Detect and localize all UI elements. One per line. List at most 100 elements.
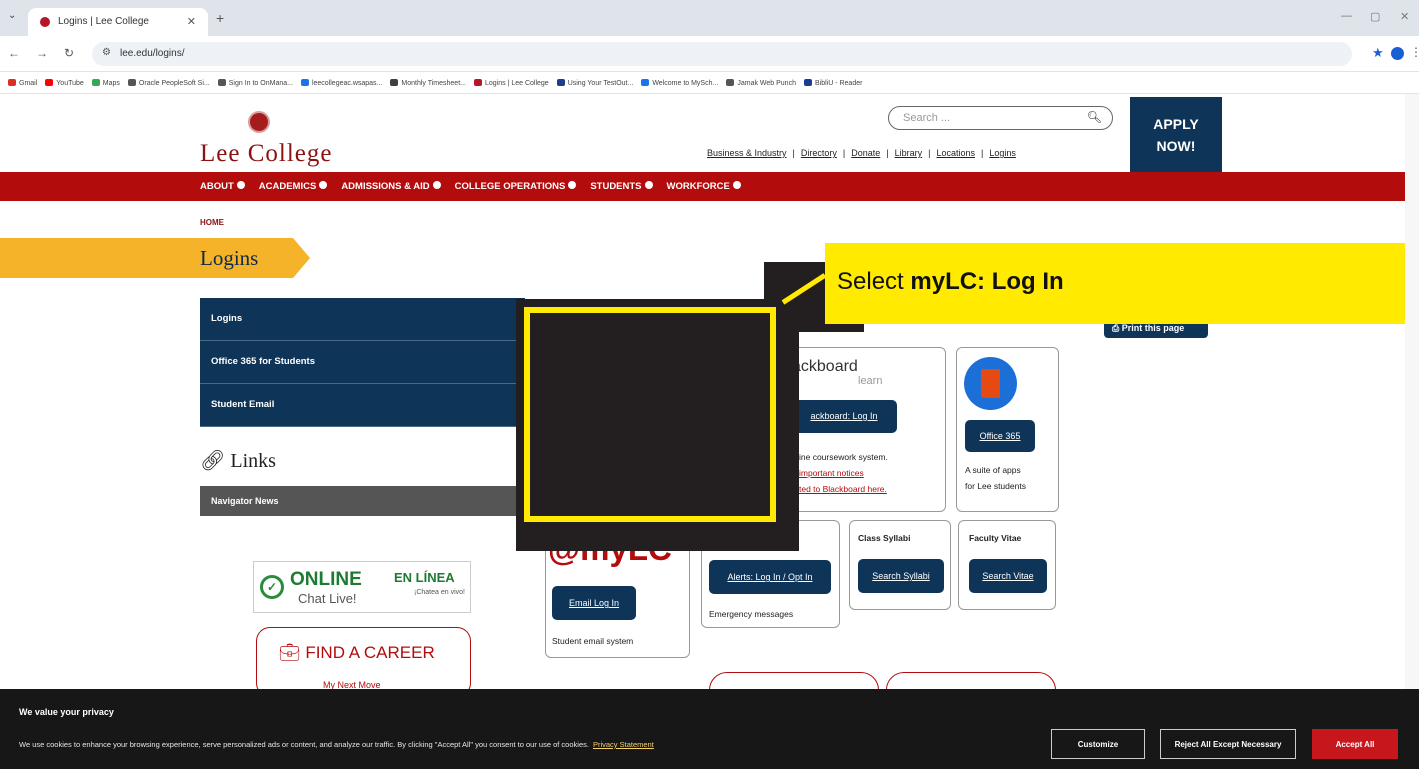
bookmark-item[interactable]: Gmail	[8, 79, 37, 87]
blackboard-desc-3[interactable]: ted to Blackboard here.	[799, 482, 887, 496]
reject-all-button[interactable]: Reject All Except Necessary	[1160, 729, 1296, 759]
main-nav-item[interactable]: STUDENTS	[590, 181, 653, 192]
menu-kebab-icon[interactable]: ⋮	[1410, 45, 1419, 59]
en-linea-title: EN LÍNEA	[394, 570, 455, 585]
search-icon[interactable]: 🔍︎	[1087, 110, 1102, 124]
sidebar-item[interactable]: Logins	[200, 298, 525, 341]
utility-link[interactable]: Directory	[801, 148, 837, 158]
browser-tab[interactable]: Logins | Lee College ✕	[28, 8, 208, 36]
new-tab-icon[interactable]: +	[216, 10, 224, 26]
bookmark-label: Sign In to OnMana...	[228, 80, 293, 87]
utility-link[interactable]: Logins	[989, 148, 1016, 158]
main-nav-label: WORKFORCE	[666, 181, 730, 192]
bookmark-item[interactable]: Maps	[91, 79, 120, 87]
find-a-career-card[interactable]: 💼︎ FIND A CAREER My Next Move	[256, 627, 471, 697]
bookmark-item[interactable]: Using Your TestOut...	[556, 79, 633, 87]
sidebar-item[interactable]: Office 365 for Students	[200, 341, 525, 384]
apply-line-1: APPLY	[1153, 116, 1199, 132]
blackboard-notices-link[interactable]: important notices	[799, 466, 864, 480]
search-placeholder: Search ...	[903, 112, 951, 124]
link-separator: |	[792, 148, 795, 158]
link-separator: |	[928, 148, 931, 158]
callout-prefix: Select	[837, 268, 911, 295]
office-desc-2: for Lee students	[965, 481, 1026, 491]
bookmark-item[interactable]: Welcome to MySch...	[641, 79, 718, 87]
main-nav-label: STUDENTS	[590, 181, 642, 192]
privacy-statement-link[interactable]: Privacy Statement	[593, 740, 654, 749]
chatea-text: ¡Chatea en vivo!	[414, 589, 465, 596]
tab-list-chevron-icon[interactable]: ⌄	[8, 10, 16, 21]
office-365-button[interactable]: Office 365	[965, 420, 1035, 452]
instruction-callout: Select myLC: Log In	[825, 243, 1419, 324]
profile-avatar[interactable]	[1391, 47, 1404, 60]
url-field[interactable]: ⚙ lee.edu/logins/	[92, 42, 1352, 66]
main-nav-item[interactable]: ADMISSIONS & AID	[341, 181, 441, 192]
site-search-input[interactable]: Search ... 🔍︎	[888, 106, 1113, 130]
close-tab-icon[interactable]: ✕	[187, 15, 196, 28]
cookie-banner: We value your privacy We use cookies to …	[0, 689, 1419, 769]
forward-icon[interactable]: →	[36, 46, 48, 60]
links-heading-text: Links	[230, 450, 276, 472]
sidebar-item[interactable]: Student Email	[200, 384, 525, 427]
bookmark-item[interactable]: leecollegeac.wsapas...	[300, 79, 382, 87]
link-separator: |	[981, 148, 984, 158]
scrollbar-track[interactable]	[1405, 94, 1419, 689]
expand-dot-icon	[568, 181, 577, 189]
minimize-icon[interactable]: —	[1341, 10, 1352, 22]
section-nav: Logins Office 365 for Students Student Ema…	[200, 298, 525, 427]
utility-link[interactable]: Business & Industry	[707, 148, 787, 158]
vitae-heading: Faculty Vitae	[969, 533, 1022, 543]
tab-title: Logins | Lee College	[58, 16, 149, 27]
reload-icon[interactable]: ↻	[64, 46, 74, 60]
navigator-news-link[interactable]: Navigator News	[200, 486, 525, 516]
printer-icon: ⎙	[1112, 323, 1120, 333]
utility-link[interactable]: Library	[895, 148, 923, 158]
bookmark-item[interactable]: Sign In to OnMana...	[217, 79, 293, 87]
utility-link[interactable]: Donate	[851, 148, 880, 158]
blackboard-logo-sub: learn	[858, 375, 883, 387]
breadcrumb[interactable]: HOME	[200, 218, 224, 227]
main-nav-label: COLLEGE OPERATIONS	[454, 181, 566, 192]
bookmark-favicon-icon	[45, 79, 54, 86]
bookmark-label: Jamak Web Punch	[737, 80, 796, 87]
search-syllabi-button[interactable]: Search Syllabi	[858, 559, 944, 593]
bookmark-item[interactable]: YouTube	[45, 79, 84, 87]
bookmark-item[interactable]: Monthly Timesheet...	[390, 79, 466, 87]
expand-dot-icon	[644, 181, 653, 189]
accept-all-button[interactable]: Accept All	[1312, 729, 1398, 759]
print-label: Print this page	[1121, 323, 1185, 333]
blackboard-login-button[interactable]: ackboard: Log In	[791, 400, 897, 433]
lee-college-favicon-icon	[40, 17, 50, 27]
bookmark-favicon-icon	[300, 79, 309, 86]
email-login-button[interactable]: Email Log In	[552, 586, 636, 620]
main-nav-item[interactable]: COLLEGE OPERATIONS	[455, 181, 577, 192]
bookmark-item[interactable]: Logins | Lee College	[473, 79, 549, 87]
utility-link[interactable]: Locations	[936, 148, 975, 158]
alerts-login-button[interactable]: Alerts: Log In / Opt In	[709, 560, 831, 594]
lee-college-emblem-icon[interactable]	[248, 111, 270, 133]
online-title: ONLINE	[290, 569, 362, 590]
close-window-icon[interactable]: ✕	[1400, 10, 1409, 23]
maximize-icon[interactable]: ▢	[1370, 10, 1380, 23]
site-info-icon[interactable]: ⚙	[102, 47, 111, 58]
mylc-login-highlight-box[interactable]	[524, 307, 776, 522]
page-title: Logins	[200, 246, 259, 270]
online-chat-widget[interactable]: ✓ ONLINE Chat Live! EN LÍNEA ¡Chatea en …	[253, 561, 471, 613]
bookmark-label: Maps	[102, 80, 120, 87]
search-vitae-button[interactable]: Search Vitae	[969, 559, 1047, 593]
main-nav-item[interactable]: ABOUT	[200, 181, 245, 192]
site-logo[interactable]: Lee College	[200, 140, 332, 168]
back-icon[interactable]: ←	[8, 46, 20, 60]
bookmark-favicon-icon	[91, 79, 100, 86]
main-nav: ABOUT ACADEMICS ADMISSIONS & AID COLLEGE OP…	[0, 172, 1419, 201]
bookmark-star-icon[interactable]: ★	[1372, 45, 1384, 61]
bookmark-item[interactable]: Oracle PeopleSoft Si...	[127, 79, 210, 87]
main-nav-item[interactable]: ACADEMICS	[259, 181, 328, 192]
main-nav-label: ADMISSIONS & AID	[341, 181, 430, 192]
apply-now-button[interactable]: APPLY NOW!	[1130, 97, 1222, 172]
main-nav-item[interactable]: WORKFORCE	[667, 181, 741, 192]
bookmark-item[interactable]: BibliU - Reader	[803, 79, 862, 87]
cookie-body-text: We use cookies to enhance your browsing …	[19, 740, 589, 749]
bookmark-item[interactable]: Jamak Web Punch	[726, 79, 796, 87]
customize-button[interactable]: Customize	[1051, 729, 1145, 759]
